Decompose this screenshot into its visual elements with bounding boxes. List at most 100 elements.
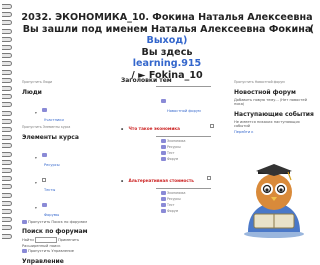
skip-icon [22, 220, 27, 224]
topics-divider [156, 86, 211, 87]
news-forum-link[interactable]: Новостной форум [167, 109, 216, 113]
participants-link[interactable]: Участники [44, 118, 117, 122]
forum-icon [41, 202, 47, 207]
course-title: 2032. ЭКОНОМИКА_10. Фокина Наталья Алекс… [21, 12, 313, 23]
elements-title: Элементы курса [22, 134, 79, 141]
item-d[interactable]: Форум [167, 209, 178, 213]
page-header: 2032. ЭКОНОМИКА_10. Фокина Наталья Алекс… [14, 12, 320, 82]
binding-ring [2, 176, 12, 182]
binding-ring [2, 217, 12, 223]
collapse-icon[interactable]: ▾ [35, 111, 37, 115]
spiral-binding [0, 0, 13, 240]
page-icon [161, 197, 166, 201]
binding-ring [2, 192, 12, 198]
left-column: Пропустить Люди Люди ▾ Участники Пропуст… [22, 80, 117, 265]
binding-ring [2, 110, 12, 116]
binding-ring [2, 233, 12, 239]
page-icon [161, 157, 166, 161]
skip-news-link[interactable]: Пропустить Новостной форум [234, 80, 314, 84]
forum-icon [161, 98, 166, 103]
advanced-search-link[interactable]: Расширенный поиск [22, 244, 117, 248]
center-column: Заголовки тем Новостной форум ▪ Что тако… [121, 77, 216, 213]
item-c[interactable]: Тест [167, 151, 175, 155]
binding-ring [2, 102, 12, 108]
page-icon [161, 139, 166, 143]
binding-ring [2, 69, 12, 75]
item-d[interactable]: Форум [167, 157, 178, 161]
paren-text: ( [309, 23, 314, 35]
binding-ring [2, 225, 12, 231]
collapse-icon[interactable]: ▾ [35, 156, 37, 160]
item-a[interactable]: Экономика [167, 191, 186, 195]
collapse-icon[interactable]: ▾ [35, 206, 37, 210]
section-checkbox[interactable] [207, 175, 212, 180]
resources-link[interactable]: Ресурсы [44, 163, 117, 167]
binding-ring [2, 209, 12, 214]
logged-in-text: Вы зашли под именем Наталья Алексеевна Ф… [22, 23, 312, 35]
find-label: Найти [22, 238, 34, 242]
binding-ring [2, 28, 12, 34]
binding-ring [2, 184, 12, 190]
binding-ring [2, 86, 12, 91]
binding-ring [2, 94, 12, 100]
item-b[interactable]: Ресурсы [167, 197, 181, 201]
logout-link[interactable]: Выход) [14, 35, 320, 47]
binding-ring [2, 151, 12, 157]
skip-people-link[interactable]: Пропустить Люди [22, 80, 117, 84]
item-b[interactable]: Ресурсы [167, 145, 181, 149]
binding-ring [2, 77, 12, 83]
binding-ring [2, 45, 12, 50]
bullet-icon: ▪ [121, 179, 124, 183]
binding-ring [2, 127, 12, 132]
binding-ring [2, 118, 12, 124]
section-checkbox[interactable] [210, 123, 215, 128]
search-go-button[interactable]: Применить [58, 238, 79, 242]
search-title: Поиск по форумам [22, 228, 88, 235]
page-icon [161, 203, 166, 207]
topics-title: Заголовки тем [121, 77, 172, 84]
skip-icon [22, 249, 27, 253]
site-link[interactable]: learning.915 [14, 58, 320, 70]
item-a[interactable]: Экономика [167, 139, 186, 143]
management-title: Управление [22, 258, 64, 265]
binding-ring [2, 20, 12, 26]
section-what-is-economics: Что такое экономика [128, 126, 180, 131]
owl-mascot-icon [244, 164, 304, 238]
binding-ring [2, 200, 12, 206]
binding-ring [2, 135, 12, 141]
item-c[interactable]: Тест [167, 203, 175, 207]
collapse-icon[interactable]: ▾ [35, 181, 37, 185]
section-divider [156, 136, 211, 137]
skip-elements-link[interactable]: Пропустить Элементы курса [22, 125, 117, 129]
resource-icon [41, 152, 47, 157]
binding-ring [2, 159, 12, 165]
binding-ring [2, 4, 12, 9]
go-calendar-link[interactable]: Перейти к [234, 130, 314, 134]
quiz-icon [41, 177, 46, 182]
skip-management-link[interactable]: Пропустить Управление [28, 249, 74, 253]
binding-ring [2, 12, 12, 18]
section-alternative-cost: Альтернативная стоимость [128, 178, 194, 183]
forums-link[interactable]: Форумы [44, 213, 117, 217]
bullet-icon: ▪ [121, 127, 124, 131]
upcoming-text: Не имеется никаких наступающих событий [234, 120, 300, 128]
search-input[interactable] [34, 237, 57, 243]
binding-ring [2, 168, 12, 173]
you-are-here: Вы здесь [141, 46, 193, 58]
binding-ring [2, 53, 12, 59]
page-icon [161, 151, 166, 155]
news-text[interactable]: Добавить новую тему... (Нет новостей пок… [234, 98, 314, 106]
upcoming-title: Наступающие события [234, 111, 314, 118]
skip-search-link[interactable]: Пропустить Поиск по форумам [28, 220, 87, 224]
people-title: Люди [22, 89, 42, 96]
binding-ring [2, 143, 12, 149]
page-icon [161, 209, 166, 213]
binding-ring [2, 36, 12, 42]
users-icon [41, 107, 47, 112]
news-title: Новостной форум [234, 89, 296, 96]
page-icon [161, 145, 166, 149]
right-column: Пропустить Новостной форум Новостной фор… [234, 80, 314, 134]
binding-ring [2, 61, 12, 67]
tests-link[interactable]: Тесты [44, 188, 117, 192]
page-icon [161, 191, 166, 195]
